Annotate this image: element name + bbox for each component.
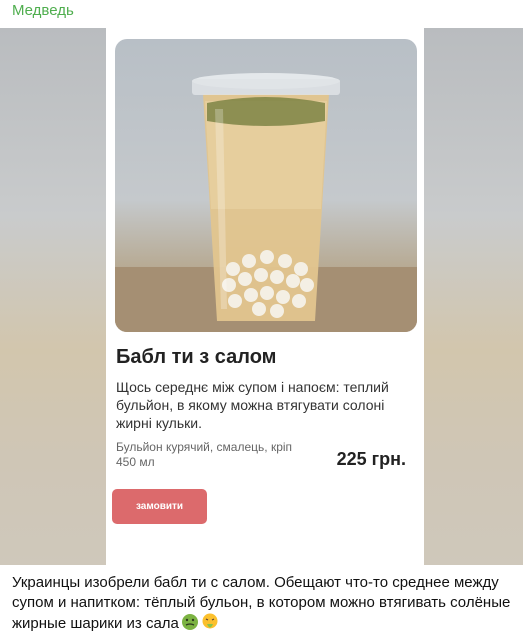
ingredients-text: Бульйон курячий, смалець, кріп	[116, 440, 293, 454]
product-description: Щось середнє між супом і напоєм: теплий …	[116, 379, 389, 431]
media-blurred-background	[424, 28, 523, 565]
nauseated-face-icon	[181, 613, 199, 637]
product-card: Бабл ти з салом Щось середнє між супом і…	[106, 28, 424, 565]
product-ingredients: Бульйон курячий, смалець, кріп 450 мл	[116, 440, 316, 470]
channel-name[interactable]: Медведь	[12, 2, 74, 19]
product-price: 225 грн.	[336, 449, 406, 469]
post-caption: Украинцы изобрели бабл ти с салом. Обеща…	[12, 573, 517, 637]
media-blurred-background	[0, 28, 106, 565]
order-button[interactable]: замовити	[112, 489, 207, 524]
caption-text: Украинцы изобрели бабл ти с салом. Обеща…	[12, 574, 511, 632]
product-title: Бабл ти з салом	[116, 346, 277, 368]
post-media[interactable]: Бабл ти з салом Щось середнє між супом і…	[0, 28, 523, 565]
product-photo	[115, 39, 417, 332]
bubble-tea-cup-image	[115, 73, 417, 332]
vomiting-face-icon	[201, 613, 219, 637]
volume-text: 450 мл	[116, 455, 155, 469]
